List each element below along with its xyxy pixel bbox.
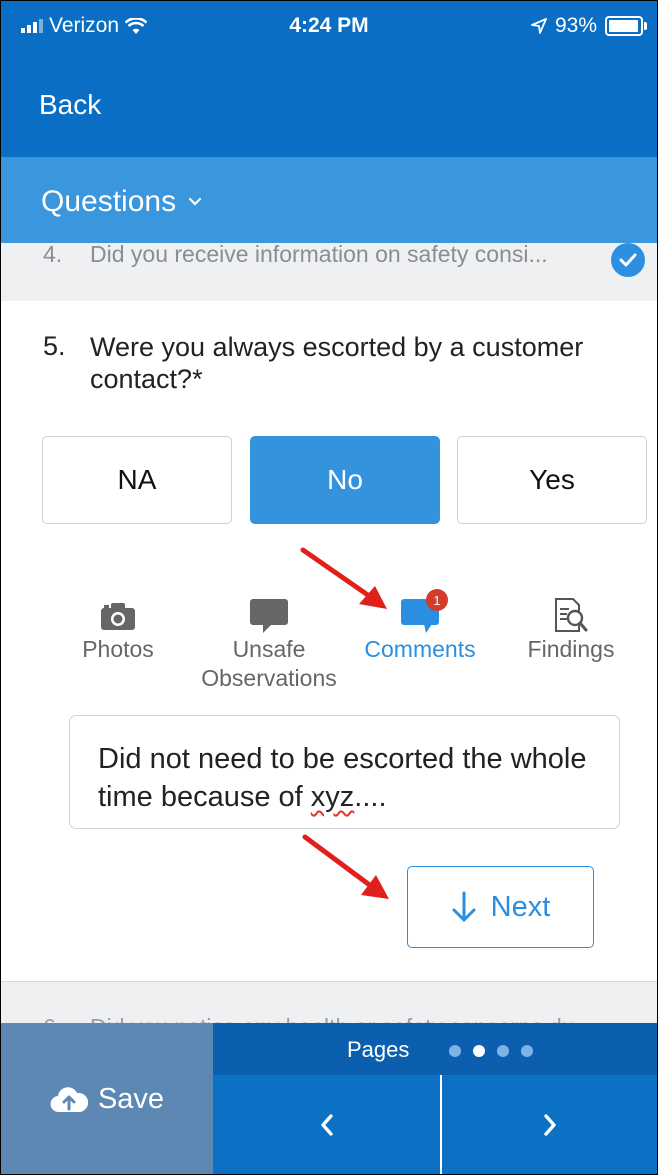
pages-label: Pages [347, 1037, 410, 1062]
findings-label: Findings [527, 636, 615, 662]
answer-na-button[interactable]: NA [42, 436, 232, 524]
speech-bubble-icon [250, 599, 288, 633]
page-dot[interactable] [521, 1045, 533, 1057]
cloud-upload-icon [50, 1087, 88, 1113]
photos-button[interactable]: Photos [67, 597, 169, 664]
battery-percent: 93% [554, 14, 597, 37]
question-number: 5. [43, 331, 66, 361]
findings-document-icon [555, 598, 588, 632]
battery-icon [605, 16, 647, 36]
answer-yes-button[interactable]: Yes [457, 436, 647, 524]
next-page-button[interactable] [442, 1075, 657, 1174]
question-number: 4. [43, 243, 63, 267]
comments-label: Comments [364, 636, 476, 662]
questions-dropdown[interactable]: Questions [1, 157, 657, 243]
save-label: Save [97, 1082, 165, 1115]
answer-no-button[interactable]: No [250, 436, 440, 524]
page-dot[interactable] [497, 1045, 509, 1057]
chevron-left-icon [320, 1114, 333, 1136]
location-arrow-icon [531, 18, 547, 34]
question-text: Were you always escorted by a customer c… [90, 332, 584, 394]
annotation-arrow-head [361, 875, 389, 899]
footer-bar: Save Pages [1, 1023, 657, 1174]
back-button[interactable]: Back [39, 89, 101, 121]
page-dot-current[interactable] [473, 1045, 485, 1057]
app-screen: Verizon 4:24 PM 93% Back Questions 4. Di… [0, 0, 658, 1175]
page-dots [449, 1045, 533, 1057]
previous-page-button[interactable] [213, 1075, 442, 1174]
photos-label: Photos [82, 636, 154, 662]
comment-count-badge: 1 [426, 589, 448, 611]
misspelled-word: xyz [310, 781, 355, 813]
save-button[interactable]: Save [1, 1023, 213, 1174]
status-bar: Verizon 4:24 PM 93% [1, 1, 657, 57]
comment-text-end: .... [354, 781, 387, 813]
page-indicator: Pages [213, 1023, 657, 1075]
question-row-4[interactable]: 4. Did you receive information on safety… [1, 243, 657, 302]
chevron-down-icon [188, 197, 202, 206]
annotation-arrow-icon [300, 547, 387, 609]
nav-bar: Back [1, 57, 657, 157]
unsafe-label-line1: Unsafe [232, 636, 306, 662]
comment-text-field[interactable]: Did not need to be escorted the whole ti… [69, 715, 620, 829]
next-question-button[interactable]: Next [407, 866, 594, 948]
annotation-arrow-line [302, 834, 378, 892]
page-dot[interactable] [449, 1045, 461, 1057]
chevron-right-icon [543, 1114, 556, 1136]
questions-label: Questions [41, 185, 177, 218]
arrow-down-icon [452, 891, 476, 922]
status-right: 93% [531, 14, 647, 38]
findings-button[interactable]: Findings [516, 597, 626, 664]
answered-check-icon [611, 243, 645, 277]
next-label: Next [490, 890, 551, 923]
camera-icon [101, 603, 135, 630]
question-card-5: 5. Were you always escorted by a custome… [1, 301, 657, 981]
question-text: Did you receive information on safety co… [90, 243, 548, 267]
unsafe-label-line2: Observations [201, 665, 337, 691]
